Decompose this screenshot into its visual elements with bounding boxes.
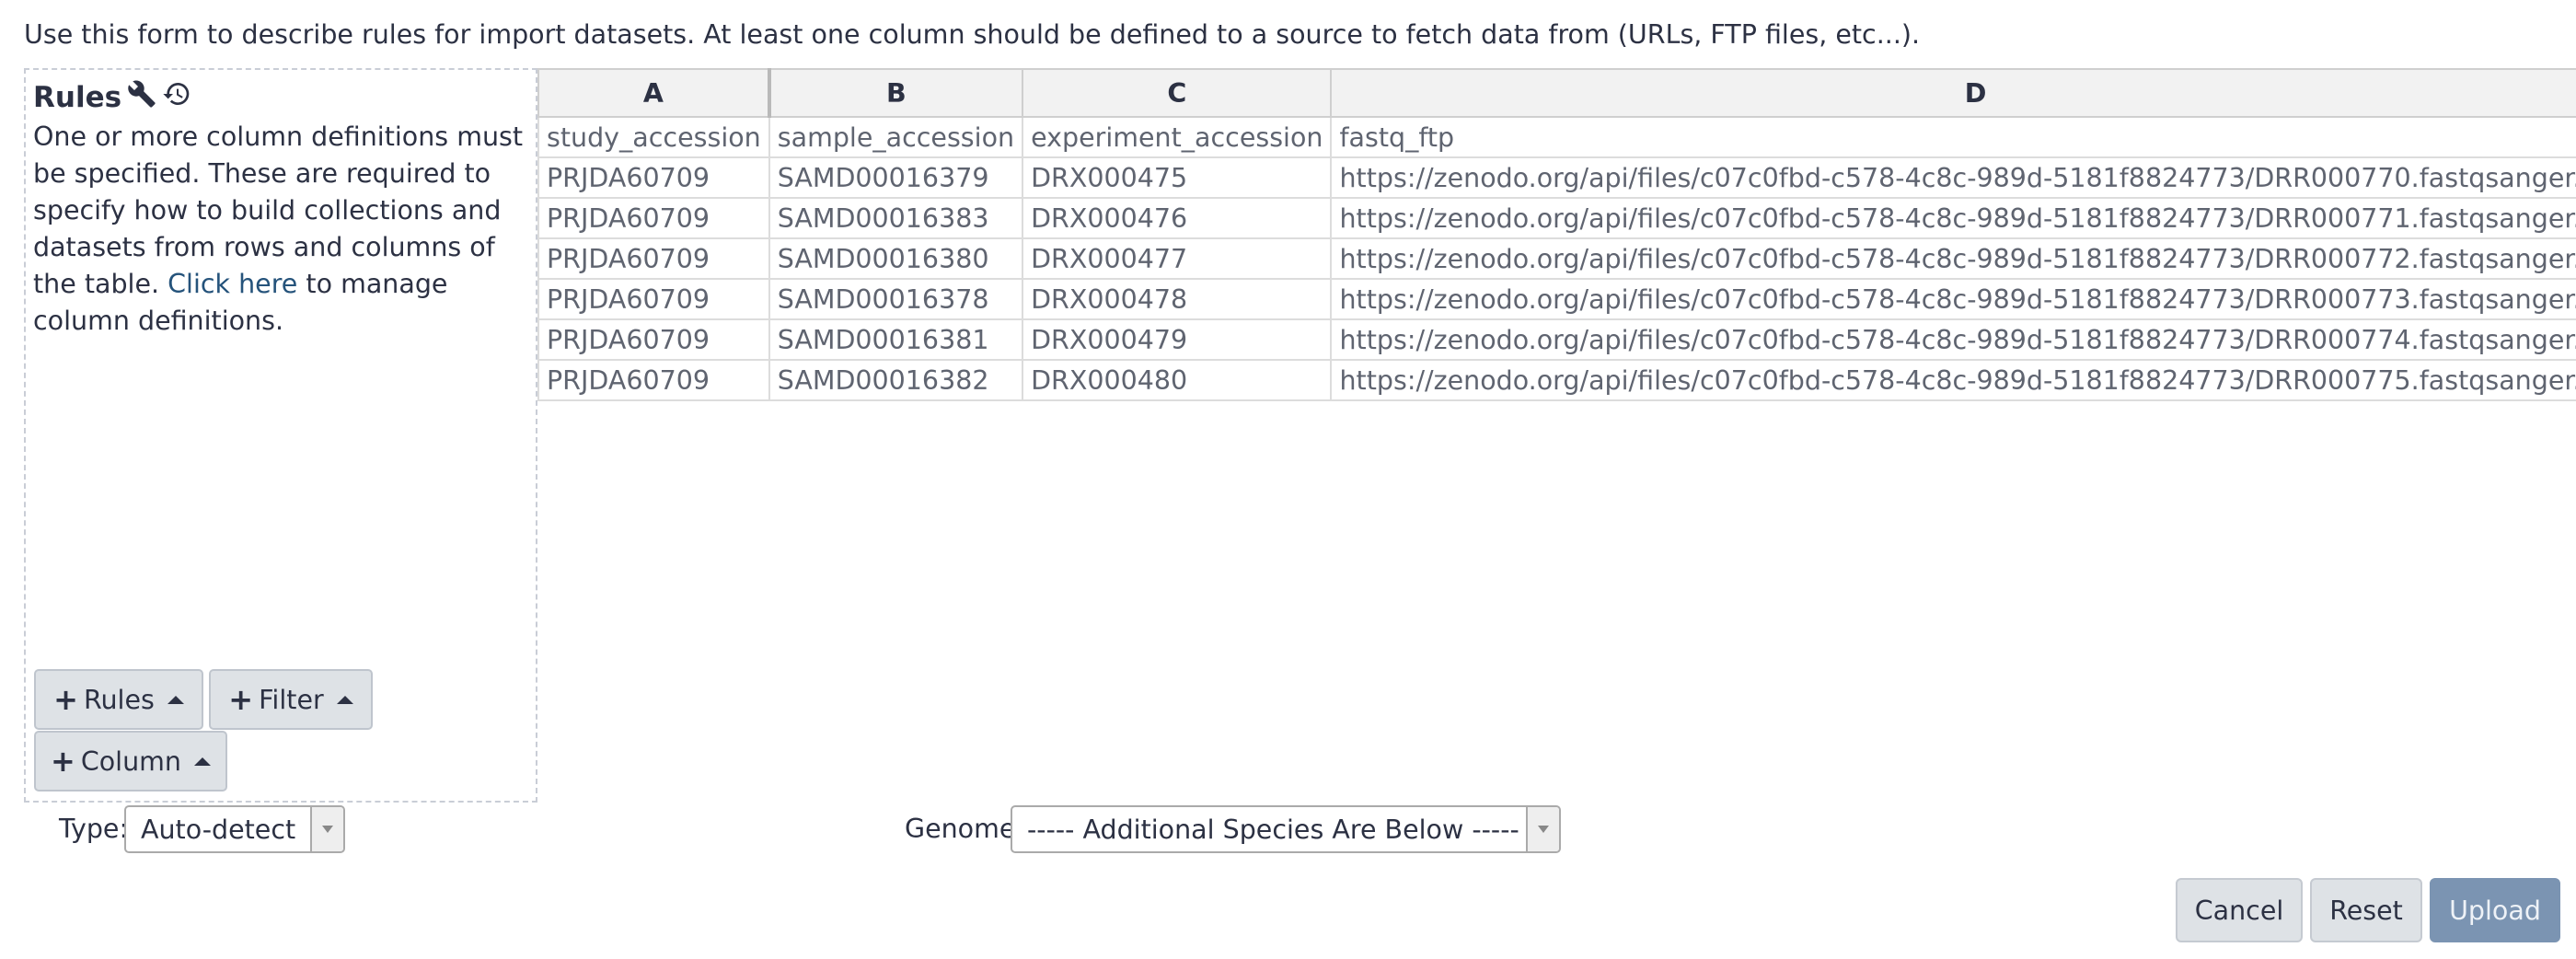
table-cell[interactable]: DRX000475	[1022, 156, 1333, 199]
table-cell[interactable]: PRJDA60709	[537, 237, 770, 280]
table-cell[interactable]: PRJDA60709	[537, 197, 770, 239]
genome-select-value: ----- Additional Species Are Below -----	[1027, 814, 1519, 845]
table-cell[interactable]: https://zenodo.org/api/files/c07c0fbd-c5…	[1330, 318, 2576, 361]
column-header-d[interactable]: D	[1330, 68, 2576, 118]
table-cell[interactable]: PRJDA60709	[537, 359, 770, 401]
table-cell[interactable]: SAMD00016381	[768, 318, 1024, 361]
caret-up-icon	[167, 695, 184, 704]
upload-button[interactable]: Upload	[2430, 878, 2560, 942]
add-rules-button[interactable]: + Rules	[34, 669, 203, 730]
column-header-c[interactable]: C	[1022, 68, 1333, 118]
manage-columns-link[interactable]: Click here	[167, 269, 297, 299]
table-row: PRJDA60709 SAMD00016381 DRX000479 https:…	[537, 318, 2576, 361]
table-cell[interactable]: experiment_accession	[1022, 116, 1333, 158]
cancel-button[interactable]: Cancel	[2176, 878, 2303, 942]
add-column-button[interactable]: + Column	[34, 731, 227, 791]
table-cell[interactable]: DRX000477	[1022, 237, 1333, 280]
table-cell[interactable]: DRX000478	[1022, 278, 1333, 320]
history-icon[interactable]	[156, 79, 191, 116]
table-row: PRJDA60709 SAMD00016378 DRX000478 https:…	[537, 278, 2576, 320]
table-cell[interactable]: https://zenodo.org/api/files/c07c0fbd-c5…	[1330, 237, 2576, 280]
type-select-value: Auto-detect	[141, 814, 296, 845]
rules-title-label: Rules	[33, 81, 122, 114]
rules-title: Rules	[33, 79, 191, 116]
wrench-icon[interactable]	[121, 79, 156, 116]
caret-up-icon	[193, 757, 211, 766]
table-row: PRJDA60709 SAMD00016383 DRX000476 https:…	[537, 197, 2576, 239]
genome-label: Genome:	[905, 814, 1025, 844]
table-header-row: A B C D	[537, 68, 2576, 118]
column-header-a[interactable]: A	[537, 68, 771, 118]
type-label: Type:	[59, 814, 129, 844]
plus-icon: +	[51, 744, 75, 779]
caret-up-icon	[336, 695, 353, 704]
add-rules-label: Rules	[83, 684, 155, 715]
table-cell[interactable]: SAMD00016383	[768, 197, 1024, 239]
type-select[interactable]: Auto-detect	[124, 805, 345, 853]
select-arrow-icon	[310, 807, 343, 851]
table-cell[interactable]: https://zenodo.org/api/files/c07c0fbd-c5…	[1330, 197, 2576, 239]
table-row: PRJDA60709 SAMD00016382 DRX000480 https:…	[537, 359, 2576, 401]
table-cell[interactable]: PRJDA60709	[537, 278, 770, 320]
table-cell[interactable]: https://zenodo.org/api/files/c07c0fbd-c5…	[1330, 156, 2576, 199]
intro-text: Use this form to describe rules for impo…	[24, 19, 1921, 50]
rules-table: A B C D study_accession sample_accession…	[537, 68, 2576, 401]
table-cell[interactable]: SAMD00016378	[768, 278, 1024, 320]
add-filter-label: Filter	[259, 684, 324, 715]
plus-icon: +	[228, 682, 254, 717]
table-cell[interactable]: DRX000476	[1022, 197, 1333, 239]
table-cell[interactable]: DRX000479	[1022, 318, 1333, 361]
table-cell[interactable]: PRJDA60709	[537, 318, 770, 361]
table-cell[interactable]: PRJDA60709	[537, 156, 770, 199]
column-header-b[interactable]: B	[768, 68, 1024, 118]
add-column-label: Column	[80, 745, 181, 777]
table-cell[interactable]: SAMD00016379	[768, 156, 1024, 199]
table-cell[interactable]: sample_accession	[768, 116, 1024, 158]
table-cell[interactable]: DRX000480	[1022, 359, 1333, 401]
table-row: study_accession sample_accession experim…	[537, 116, 2576, 158]
genome-select[interactable]: ----- Additional Species Are Below -----	[1011, 805, 1561, 853]
rules-description: One or more column definitions must be s…	[33, 119, 530, 340]
table-cell[interactable]: https://zenodo.org/api/files/c07c0fbd-c5…	[1330, 359, 2576, 401]
table-cell[interactable]: SAMD00016380	[768, 237, 1024, 280]
table-row: PRJDA60709 SAMD00016379 DRX000475 https:…	[537, 156, 2576, 199]
reset-button[interactable]: Reset	[2310, 878, 2422, 942]
select-arrow-icon	[1526, 807, 1559, 851]
add-filter-button[interactable]: + Filter	[209, 669, 373, 730]
table-row: PRJDA60709 SAMD00016380 DRX000477 https:…	[537, 237, 2576, 280]
table-cell[interactable]: fastq_ftp	[1330, 116, 2576, 158]
plus-icon: +	[53, 682, 78, 717]
table-cell[interactable]: study_accession	[537, 116, 770, 158]
table-cell[interactable]: SAMD00016382	[768, 359, 1024, 401]
table-cell[interactable]: https://zenodo.org/api/files/c07c0fbd-c5…	[1330, 278, 2576, 320]
